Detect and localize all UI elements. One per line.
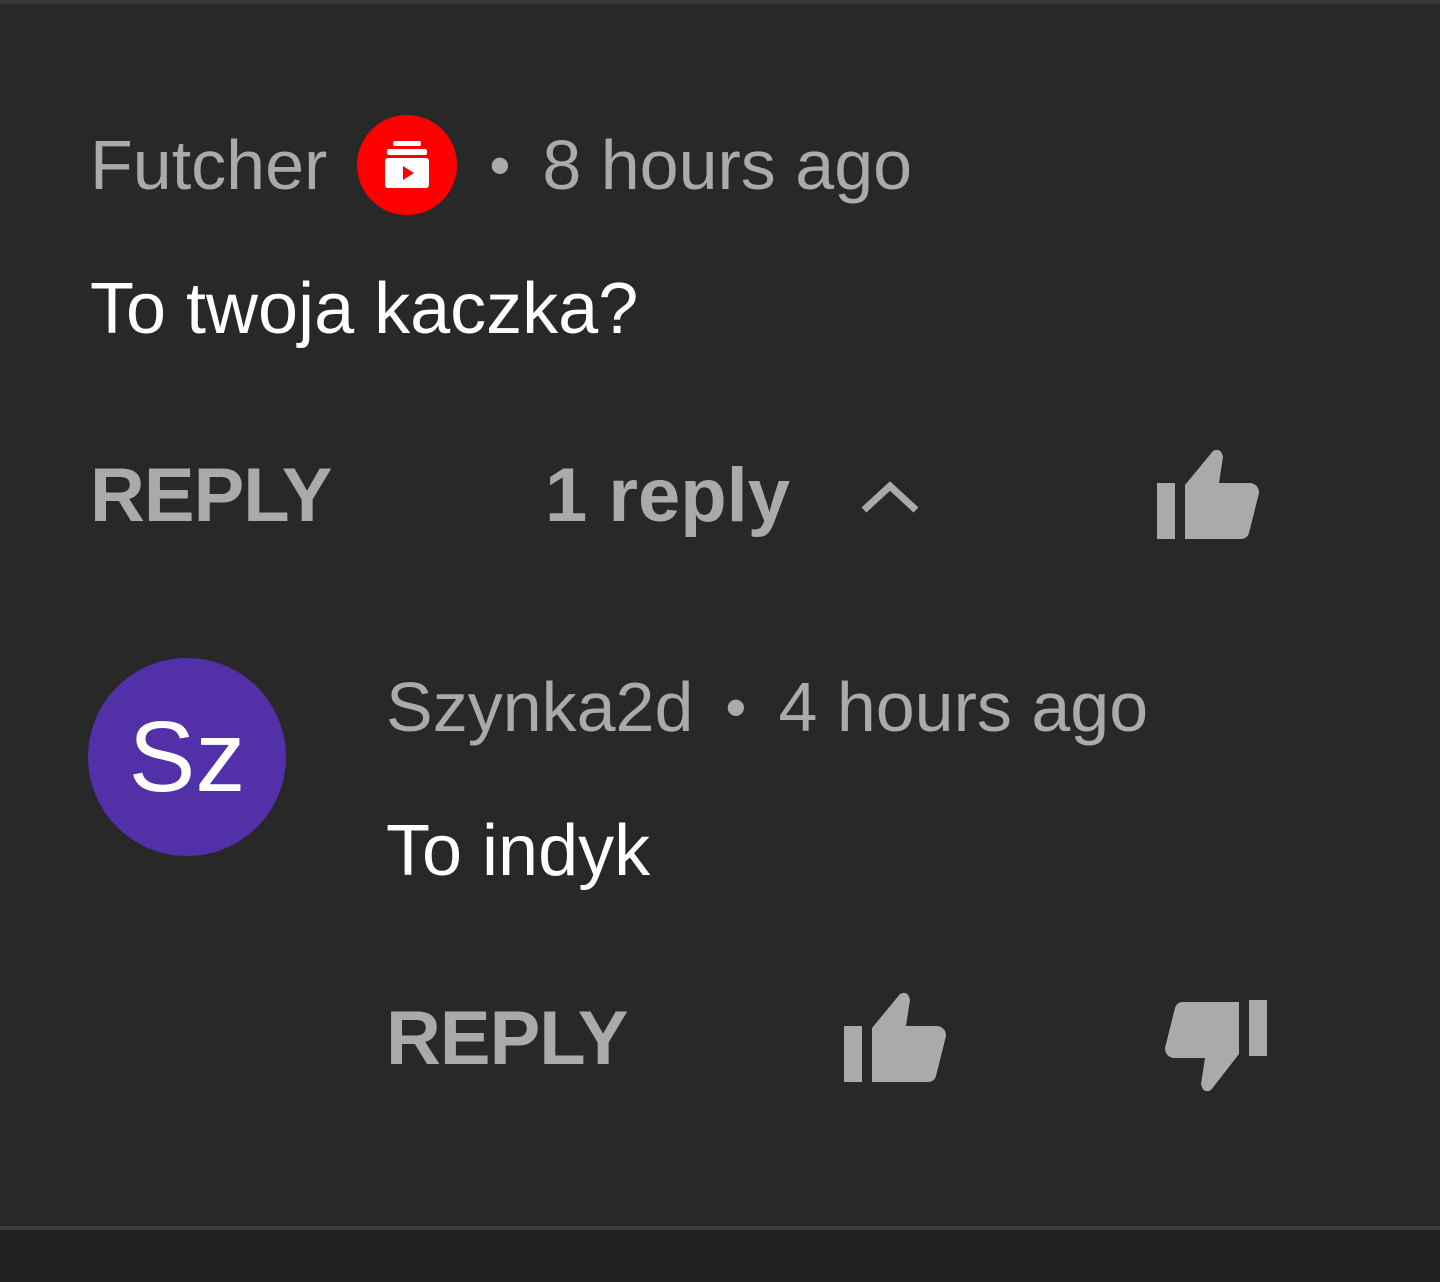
thumbs-up-icon <box>1157 449 1259 539</box>
replies-count-label: 1 reply <box>545 453 791 538</box>
reply-comment-text: To indyk <box>386 811 651 891</box>
bottom-strip <box>0 1230 1440 1282</box>
reply-author-name[interactable]: Szynka2d <box>386 667 693 747</box>
replies-toggle-button[interactable]: 1 reply <box>545 452 920 539</box>
reply-like-button[interactable] <box>842 990 948 1091</box>
top-edge <box>0 0 1440 4</box>
chevron-up-icon <box>860 476 920 516</box>
separator-dot: • <box>489 131 511 199</box>
separator-dot: • <box>725 673 747 741</box>
creator-badge-icon <box>357 115 458 215</box>
reply-comment-header: Szynka2d • 4 hours ago <box>386 662 1148 752</box>
thumbs-down-icon <box>1165 1000 1267 1092</box>
reply-reply-button[interactable]: REPLY <box>386 995 628 1082</box>
parent-comment-header: Futcher • 8 hours ago <box>90 115 912 215</box>
parent-comment-text: To twoja kaczka? <box>90 269 639 349</box>
reply-timestamp[interactable]: 4 hours ago <box>778 667 1148 747</box>
avatar[interactable]: Sz <box>88 658 286 856</box>
parent-author-name[interactable]: Futcher <box>90 125 327 205</box>
parent-like-button[interactable] <box>1155 447 1261 548</box>
parent-timestamp[interactable]: 8 hours ago <box>542 125 912 205</box>
parent-reply-button[interactable]: REPLY <box>90 452 332 539</box>
thumbs-up-icon <box>844 992 946 1082</box>
reply-dislike-button[interactable] <box>1163 998 1269 1099</box>
